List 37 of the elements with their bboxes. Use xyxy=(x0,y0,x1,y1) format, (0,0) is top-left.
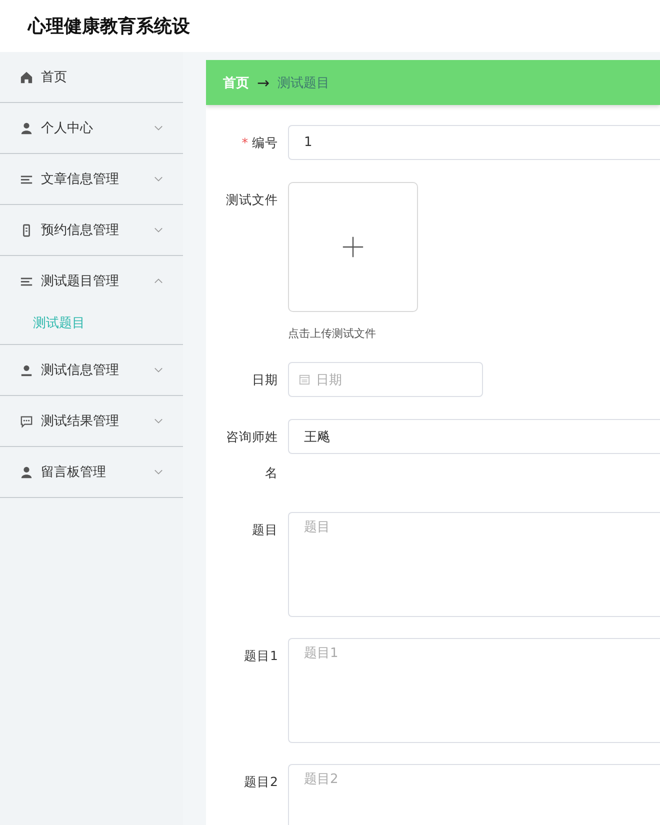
menu-item[interactable]: 首页 xyxy=(0,52,183,102)
field-label: 咨询师姓名 xyxy=(226,429,278,480)
field-label: 题目1 xyxy=(244,648,278,663)
chevron-down-icon xyxy=(154,176,163,182)
chevron-up-icon xyxy=(154,278,163,284)
breadcrumb-current: 测试题目 xyxy=(278,74,330,92)
menu-item[interactable]: 预约信息管理 xyxy=(0,205,183,255)
person-icon xyxy=(20,122,33,134)
plus-icon xyxy=(342,236,364,258)
chevron-down-icon xyxy=(154,469,163,475)
person-icon xyxy=(20,466,33,478)
breadcrumb-separator: → xyxy=(257,74,270,92)
menu-item[interactable]: 文章信息管理 xyxy=(0,154,183,204)
field-label: 测试文件 xyxy=(226,192,278,207)
upload-box[interactable] xyxy=(288,182,418,312)
field-label: 题目 xyxy=(252,522,278,537)
input-field[interactable]: 1 xyxy=(288,125,660,160)
required-mark: * xyxy=(242,135,248,150)
field-label: 题目2 xyxy=(244,774,278,789)
chevron-down-icon xyxy=(154,227,163,233)
menu-item[interactable]: 测试信息管理 xyxy=(0,345,183,395)
calendar-icon xyxy=(299,374,310,385)
input-field[interactable]: 王飚 xyxy=(288,419,660,454)
chat-icon xyxy=(20,414,33,428)
chevron-down-icon xyxy=(154,418,163,424)
menu-item[interactable]: 测试结果管理 xyxy=(0,396,183,446)
menu-item[interactable]: 个人中心 xyxy=(0,103,183,153)
app-title: 心理健康教育系统设 xyxy=(28,15,190,38)
home-icon xyxy=(20,70,33,84)
field-label: 编号 xyxy=(252,135,278,150)
chevron-down-icon xyxy=(154,125,163,131)
chevron-down-icon xyxy=(154,367,163,373)
upload-hint: 点击上传测试文件 xyxy=(288,326,377,341)
field-label: 日期 xyxy=(252,372,278,387)
phone-icon xyxy=(20,224,33,236)
menu-item[interactable]: 留言板管理 xyxy=(0,447,183,497)
user-icon xyxy=(20,364,33,376)
